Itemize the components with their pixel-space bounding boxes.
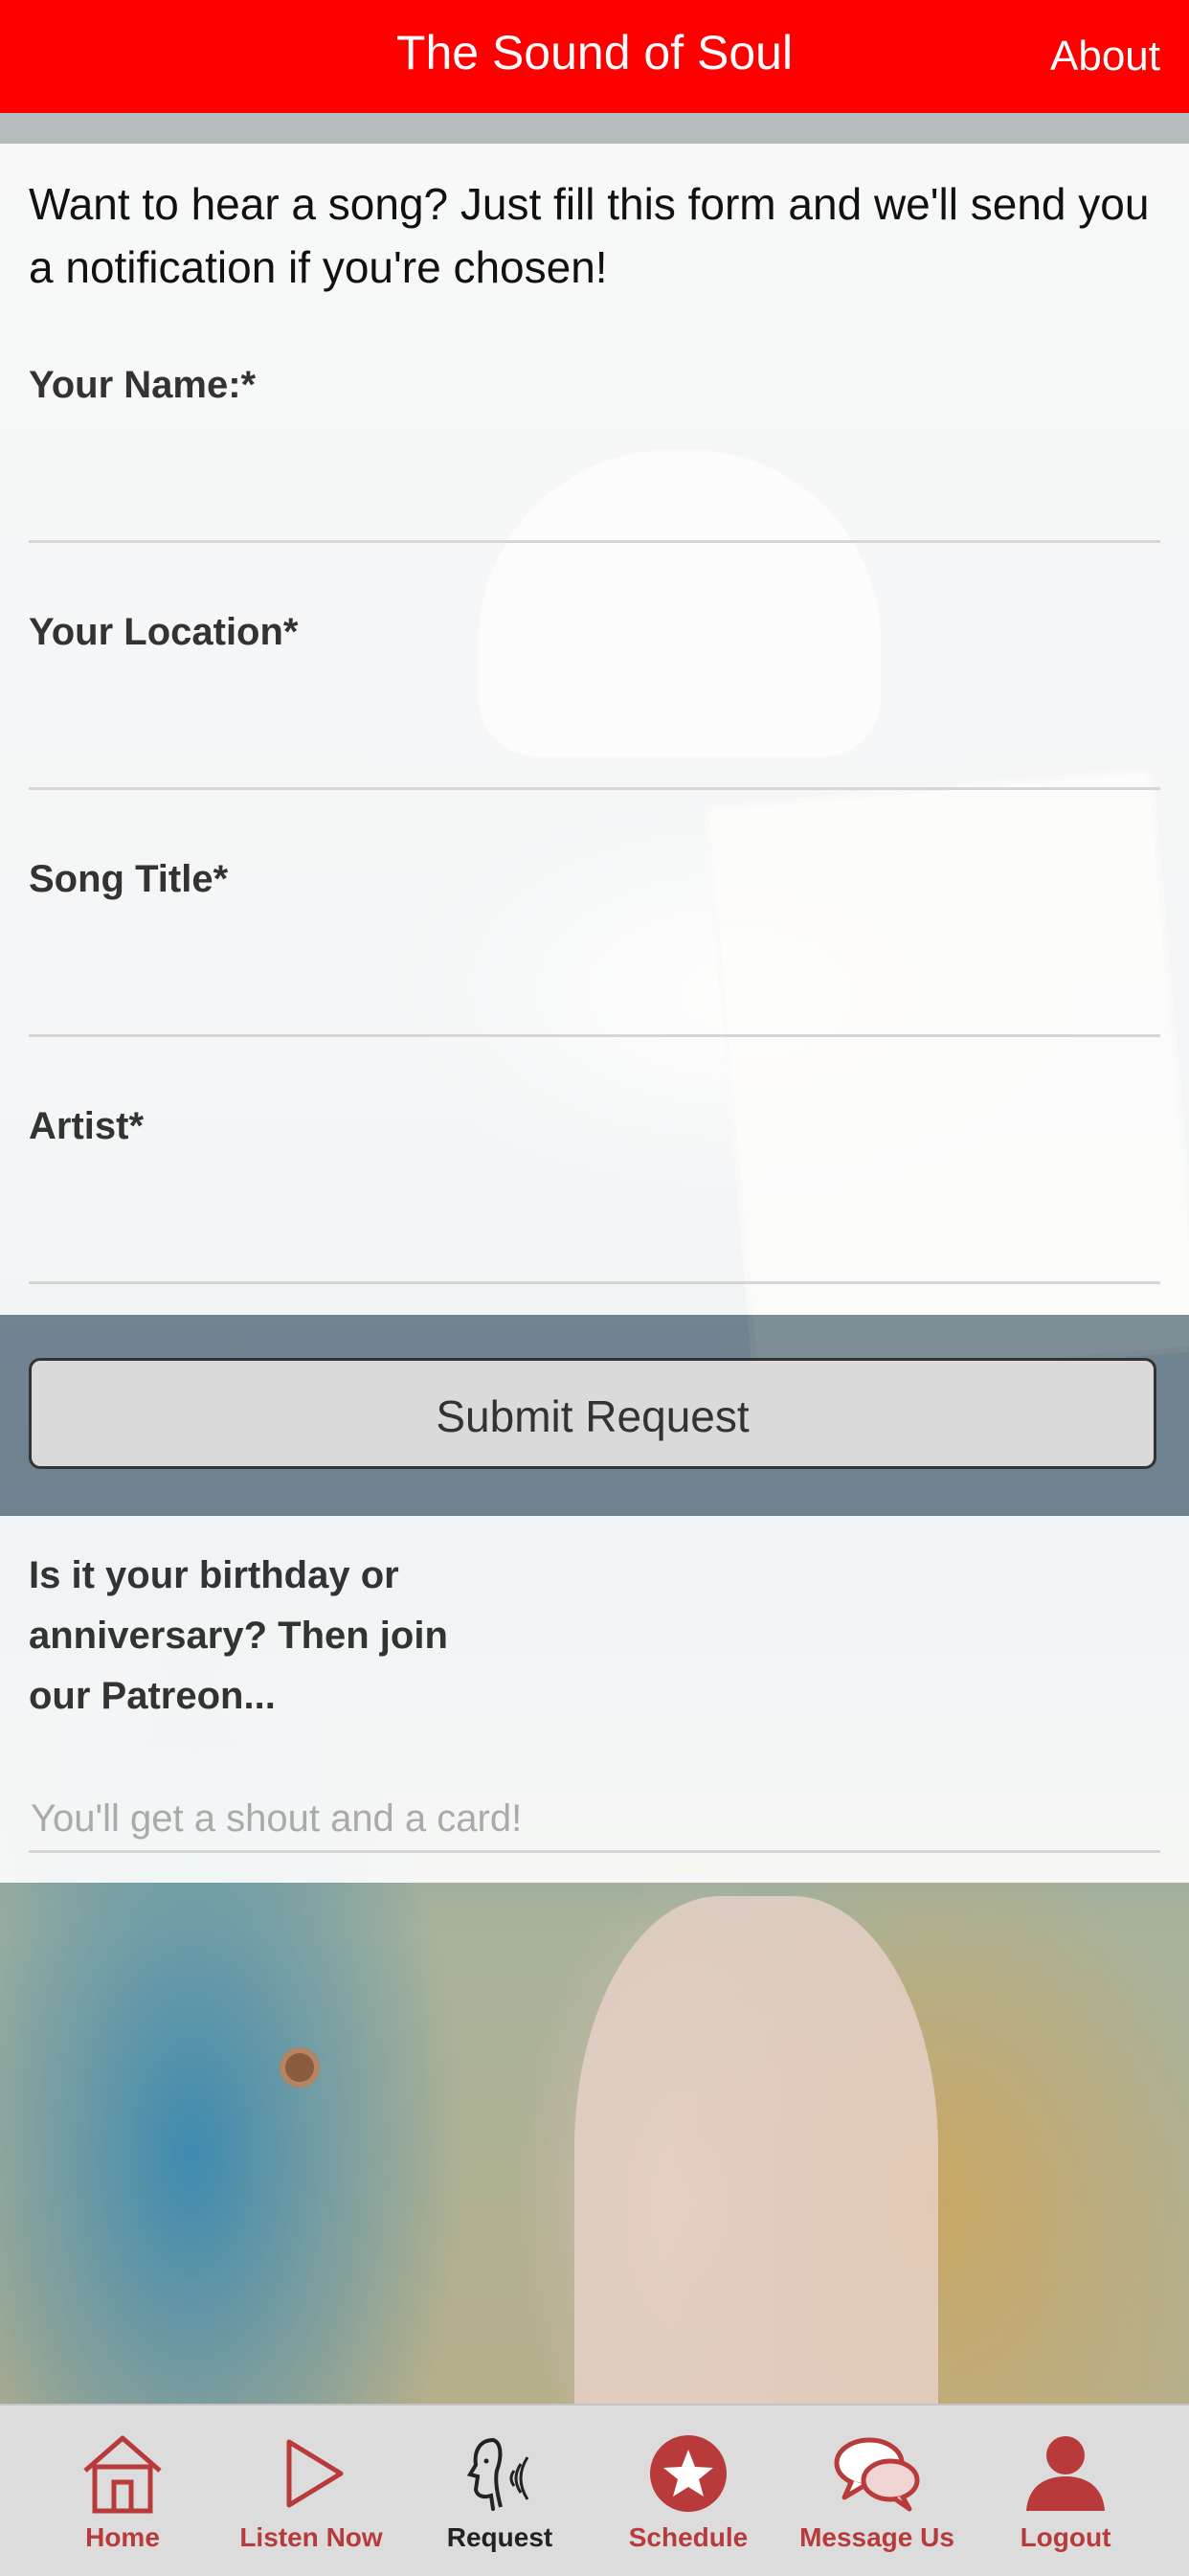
page-title: The Sound of Soul — [395, 26, 794, 79]
location-input[interactable] — [29, 678, 1164, 747]
tab-listen-now[interactable]: Listen Now — [215, 2432, 407, 2566]
patreon-prompt: Is it your birthday or anniversary? Then… — [29, 1554, 448, 1717]
star-icon — [650, 2435, 727, 2512]
tab-schedule-label: Schedule — [628, 2522, 749, 2552]
song-title-field: Song Title* — [29, 858, 1164, 1037]
location-label: Your Location* — [29, 611, 299, 653]
artist-underline — [29, 1281, 1160, 1284]
request-icon — [466, 2438, 529, 2511]
song-title-input[interactable] — [29, 925, 1164, 994]
tab-logout[interactable]: Logout — [970, 2432, 1161, 2566]
song-title-label: Song Title* — [29, 858, 229, 900]
location-underline — [29, 787, 1160, 790]
header-bar: The Sound of Soul About — [0, 0, 1189, 113]
form-intro: Want to hear a song? Just fill this form… — [29, 179, 1150, 292]
submit-request-button[interactable]: Submit Request — [29, 1358, 1156, 1469]
artist-label: Artist* — [29, 1105, 145, 1147]
tab-request-label: Request — [446, 2522, 553, 2552]
name-label: Your Name:* — [29, 364, 257, 406]
song-title-underline — [29, 1034, 1160, 1037]
tab-listen-now-label: Listen Now — [239, 2522, 383, 2552]
tab-message-us[interactable]: Message Us — [781, 2432, 973, 2566]
tab-schedule[interactable]: Schedule — [593, 2432, 784, 2566]
artist-field: Artist* — [29, 1105, 1164, 1284]
tab-logout-label: Logout — [1020, 2522, 1111, 2552]
name-field: Your Name:* — [29, 364, 1164, 543]
patreon-underline — [29, 1850, 1160, 1853]
artist-input[interactable] — [29, 1172, 1164, 1241]
chat-bubbles-icon — [834, 2437, 920, 2512]
user-icon — [1026, 2436, 1105, 2511]
patreon-input[interactable] — [29, 1789, 1164, 1848]
location-field: Your Location* — [29, 611, 1164, 790]
background-jacket-button — [280, 2047, 320, 2088]
tab-home[interactable]: Home — [27, 2432, 218, 2566]
tab-message-us-label: Message Us — [799, 2522, 954, 2552]
tab-request[interactable]: Request — [404, 2432, 595, 2566]
name-input[interactable] — [29, 431, 1164, 500]
home-icon — [83, 2435, 162, 2514]
tab-home-label: Home — [85, 2522, 160, 2552]
about-link[interactable]: About — [1050, 33, 1160, 80]
play-icon — [286, 2439, 344, 2508]
name-underline — [29, 540, 1160, 543]
